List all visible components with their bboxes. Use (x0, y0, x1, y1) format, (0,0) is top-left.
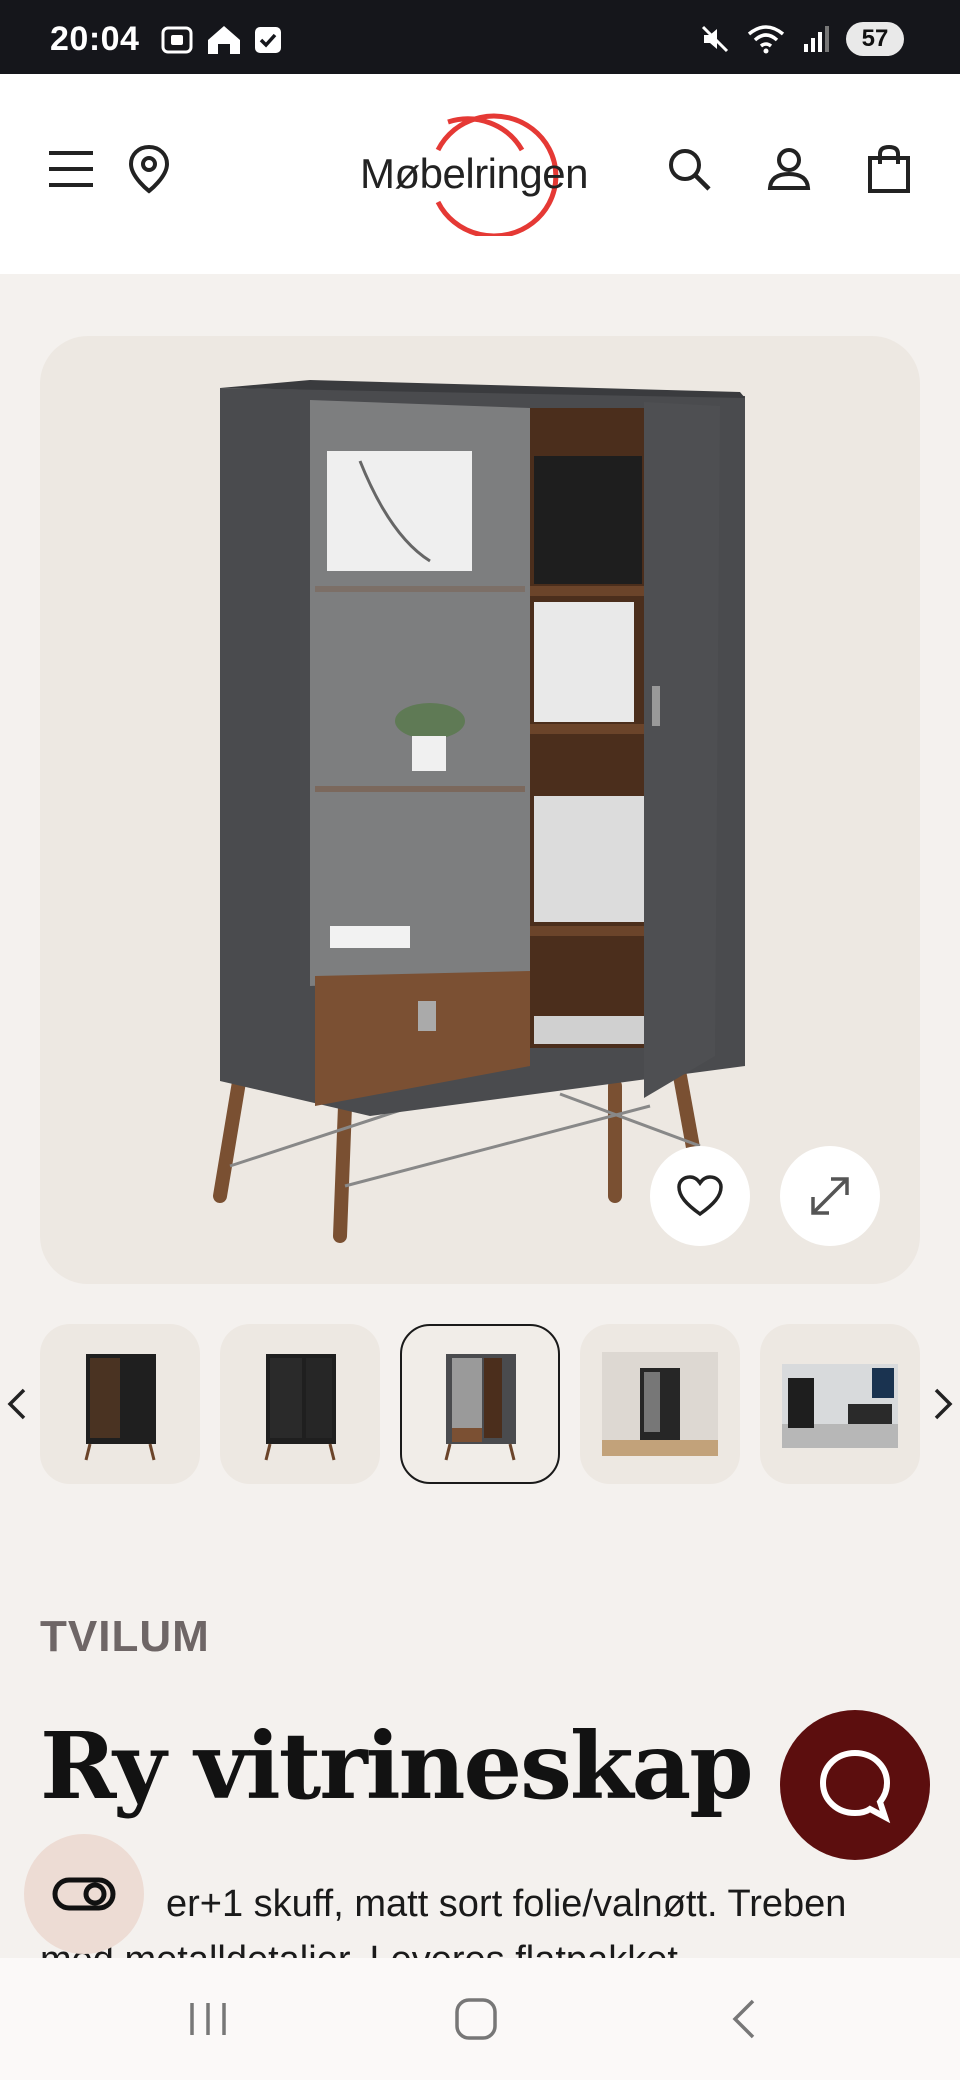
search-icon (669, 149, 711, 191)
signal-icon (804, 26, 829, 52)
menu-button[interactable] (36, 134, 106, 204)
logo[interactable]: Møbelringen (330, 112, 630, 236)
thumbnail-image (782, 1364, 898, 1448)
location-pin-icon (128, 144, 170, 194)
product-brand[interactable]: TVILUM (40, 1612, 210, 1662)
store-locator-button[interactable] (114, 134, 184, 204)
thumbnail-5[interactable] (760, 1324, 920, 1484)
back-icon (732, 1999, 755, 2039)
product-description: er+1 skuff, matt sort folie/valnøtt. Tre… (40, 1876, 900, 1960)
search-button[interactable] (654, 134, 724, 204)
status-icons-right: 57 (700, 22, 904, 56)
thumbnail-carousel (0, 1324, 960, 1484)
home-nav-button[interactable] (436, 1986, 516, 2052)
site-header: Møbelringen (0, 74, 960, 274)
product-image-card[interactable] (40, 336, 920, 1284)
thumbnail-4[interactable] (580, 1324, 740, 1484)
recents-icon (190, 2003, 226, 2035)
back-button[interactable] (704, 1986, 784, 2052)
thumbnail-3[interactable] (400, 1324, 560, 1484)
thumbnail-2[interactable] (220, 1324, 380, 1484)
thumbnail-image (264, 1354, 336, 1461)
chevron-right-icon (934, 1388, 953, 1420)
accessibility-toggle-icon (52, 1877, 116, 1911)
chevron-left-icon (7, 1388, 26, 1420)
expand-image-button[interactable] (780, 1146, 880, 1246)
status-time: 20:04 (50, 20, 140, 58)
product-image (213, 380, 745, 1243)
status-bar: 20:04 57 (0, 0, 960, 74)
logo-text: Møbelringen (360, 150, 588, 197)
thumbnail-image (84, 1354, 156, 1461)
carousel-next-button[interactable] (928, 1378, 958, 1430)
home-icon (455, 1998, 497, 2040)
thumbnail-image (444, 1354, 516, 1461)
expand-icon (811, 1177, 849, 1215)
wifi-icon (747, 25, 785, 54)
account-button[interactable] (754, 134, 824, 204)
bag-icon (868, 144, 910, 193)
product-title: Ry vitrineskap (40, 1712, 754, 1820)
battery-indicator: 57 (846, 22, 904, 56)
status-icons-left (160, 24, 282, 56)
favorite-button[interactable] (650, 1146, 750, 1246)
checkbox-icon (255, 27, 281, 53)
cart-button[interactable] (854, 134, 924, 204)
carousel-prev-button[interactable] (2, 1378, 32, 1430)
user-icon (767, 148, 811, 190)
thumbnail-1[interactable] (40, 1324, 200, 1484)
chat-button[interactable] (780, 1710, 930, 1860)
mute-icon (701, 25, 729, 53)
accessibility-button[interactable] (24, 1834, 144, 1954)
menu-icon (49, 151, 93, 187)
recents-button[interactable] (168, 1986, 248, 2052)
heart-icon (677, 1175, 723, 1217)
screenshot-icon (161, 26, 193, 54)
chat-icon (819, 1749, 891, 1824)
description-line-2: med metalldetaljer. Leveres flatpakket. (40, 1939, 689, 1960)
description-line-1: er+1 skuff, matt sort folie/valnøtt. Tre… (166, 1883, 847, 1925)
thumbnail-image (602, 1352, 718, 1456)
system-nav-bar (0, 1958, 960, 2080)
home-icon (208, 26, 240, 54)
